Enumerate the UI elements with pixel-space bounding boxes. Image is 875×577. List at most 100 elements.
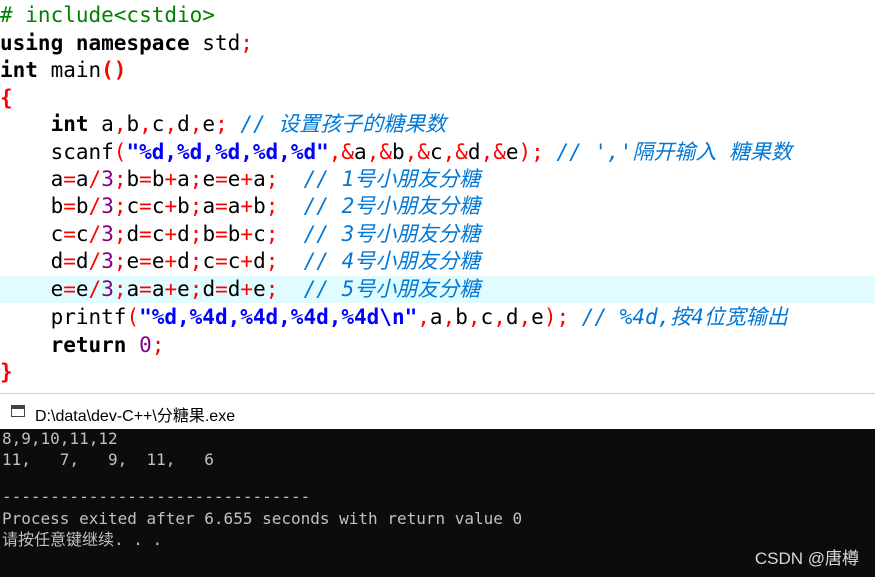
code-token: + — [164, 194, 178, 218]
code-token: / — [88, 277, 102, 301]
code-token: = — [139, 277, 152, 301]
code-token: ; — [189, 194, 203, 218]
code-token: = — [215, 194, 228, 218]
code-token: a — [88, 112, 114, 136]
code-token: e — [0, 277, 64, 301]
code-token: e — [531, 305, 544, 329]
console-window[interactable]: D:\data\dev-C++\分糖果.exe 8,9,10,11,12 11,… — [0, 393, 875, 577]
code-line[interactable]: d=d/3;e=e+d;c=c+d; // 4号小朋友分糖 — [0, 248, 875, 275]
code-line[interactable]: c=c/3;d=c+d;b=b+c; // 3号小朋友分糖 — [0, 221, 875, 248]
code-token: return — [50, 333, 127, 357]
code-token: = — [215, 167, 228, 191]
code-token: d — [227, 277, 241, 301]
code-line[interactable]: a=a/3;b=b+a;e=e+a; // 1号小朋友分糖 — [0, 166, 875, 193]
code-token: + — [240, 194, 254, 218]
code-token: b — [455, 305, 468, 329]
code-token: + — [164, 277, 178, 301]
code-token: = — [63, 222, 76, 246]
code-line[interactable]: printf("%d,%4d,%4d,%4d,%4d\n",a,b,c,d,e)… — [0, 304, 875, 331]
code-token: b — [177, 194, 190, 218]
code-token: c — [227, 249, 241, 273]
console-line-exit-status: Process exited after 6.655 seconds with … — [2, 509, 523, 528]
code-token: a — [202, 194, 216, 218]
console-line-output: 11, 7, 9, 11, 6 — [2, 450, 214, 469]
code-token: ; — [113, 222, 127, 246]
code-token: d — [0, 249, 64, 273]
console-titlebar[interactable]: D:\data\dev-C++\分糖果.exe — [0, 393, 875, 429]
code-token: a — [75, 167, 89, 191]
code-token: ( — [126, 305, 140, 329]
code-token: // 2号小朋友分糖 — [278, 194, 481, 218]
code-token: ; — [113, 249, 127, 273]
code-token: b — [75, 194, 89, 218]
code-token: ; — [151, 333, 165, 357]
code-token: // 5号小朋友分糖 — [278, 277, 481, 301]
code-token: 0 — [139, 333, 152, 357]
code-token: { — [0, 86, 13, 110]
code-token: = — [63, 277, 76, 301]
code-token: c — [151, 194, 165, 218]
code-token: 3 — [101, 277, 114, 301]
code-line[interactable]: b=b/3;c=c+b;a=a+b; // 2号小朋友分糖 — [0, 193, 875, 220]
code-token: // ','隔开输入 糖果数 — [543, 140, 792, 164]
code-token: ; — [113, 277, 127, 301]
code-token: d — [505, 305, 519, 329]
code-token: ; — [113, 167, 127, 191]
code-token: d — [202, 277, 216, 301]
code-token: // 4号小朋友分糖 — [278, 249, 481, 273]
code-token: ; — [189, 277, 203, 301]
code-token: d — [177, 112, 190, 136]
code-token: # include<cstdio> — [0, 3, 215, 27]
code-token: , — [113, 112, 127, 136]
code-line[interactable]: } — [0, 359, 875, 386]
code-token: c — [253, 222, 266, 246]
code-token: ; — [265, 277, 279, 301]
code-token: b — [151, 167, 165, 191]
code-token: e — [151, 249, 165, 273]
code-token: ); — [543, 305, 570, 329]
code-token: + — [240, 277, 254, 301]
code-token: e — [202, 112, 216, 136]
console-output[interactable]: 8,9,10,11,12 11, 7, 9, 11, 6 -----------… — [0, 429, 875, 577]
code-token: = — [139, 194, 152, 218]
code-token: / — [88, 194, 102, 218]
code-line[interactable]: { — [0, 85, 875, 112]
code-line[interactable]: # include<cstdio> — [0, 2, 875, 29]
code-token: e — [126, 249, 140, 273]
code-token: printf — [0, 305, 127, 329]
code-token: b — [0, 194, 64, 218]
code-editor[interactable]: # include<cstdio> using namespace std; int… — [0, 0, 875, 393]
code-token: c — [126, 194, 140, 218]
code-token: , — [467, 305, 481, 329]
code-token: ,& — [404, 140, 430, 164]
console-line-press-key: 请按任意键继续. . . — [2, 530, 163, 549]
code-token: a — [227, 194, 241, 218]
console-line-input: 8,9,10,11,12 — [2, 429, 118, 448]
code-token: main — [37, 58, 102, 82]
code-token: , — [442, 305, 456, 329]
code-line[interactable]: int main() — [0, 57, 875, 84]
code-line-current[interactable]: e=e/3;a=a+e;d=d+e; // 5号小朋友分糖 — [0, 276, 875, 303]
code-token: c — [151, 222, 165, 246]
code-token: / — [88, 249, 102, 273]
code-token: () — [101, 58, 127, 82]
code-token: / — [88, 222, 102, 246]
code-token: d — [177, 222, 190, 246]
code-line[interactable]: using namespace std; — [0, 30, 875, 57]
code-token: "%d,%4d,%4d,%4d,%4d\n" — [139, 305, 418, 329]
code-token: d — [126, 222, 140, 246]
code-token: a — [253, 167, 266, 191]
code-line[interactable]: return 0; — [0, 332, 875, 359]
code-token: ( — [113, 140, 127, 164]
code-token: ; — [240, 31, 253, 55]
code-token: ; — [215, 112, 228, 136]
code-token: "%d,%d,%d,%d,%d" — [126, 140, 329, 164]
code-line[interactable]: scanf("%d,%d,%d,%d,%d",&a,&b,&c,&d,&e); … — [0, 139, 875, 166]
code-token: = — [63, 167, 76, 191]
code-token: = — [139, 167, 152, 191]
code-line[interactable]: int a,b,c,d,e; // 设置孩子的糖果数 — [0, 111, 875, 138]
code-token: c — [480, 305, 494, 329]
code-token: + — [164, 249, 178, 273]
